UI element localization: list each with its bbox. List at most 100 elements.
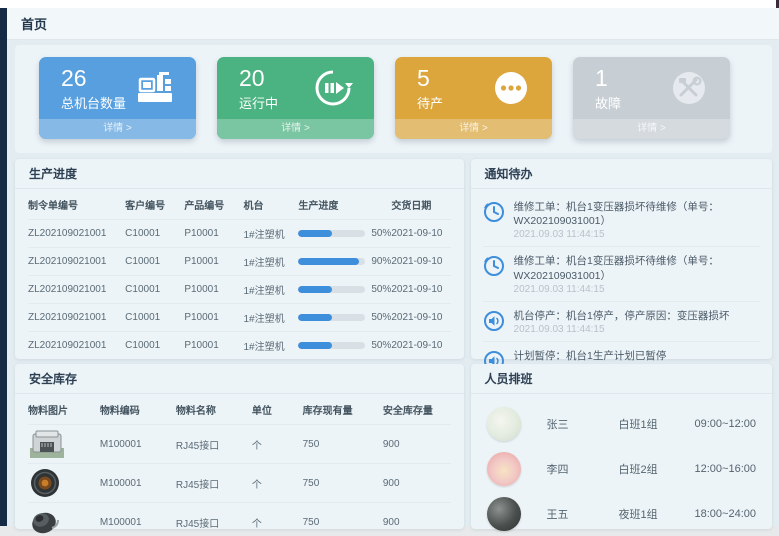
table-row[interactable]: M100001 RJ45接口 个 750 900 [28, 425, 451, 464]
card-running[interactable]: 20 运行中 详情 > [217, 57, 374, 139]
delivery-date: 2021-09-10 [391, 332, 450, 360]
stock-safety: 900 [383, 464, 451, 503]
column-header: 交货日期 [391, 189, 450, 220]
material-code: M100001 [100, 425, 176, 464]
material-name: RJ45接口 [176, 464, 252, 503]
schedule-row[interactable]: 李四 白班2组 12:00~16:00 [487, 447, 756, 491]
tab-bar: 首页 [7, 8, 779, 40]
material-unit: 个 [252, 464, 303, 503]
table-row[interactable]: M100001 RJ45接口 个 750 900 [28, 503, 451, 536]
card-detail-link[interactable]: 详情 > [395, 119, 552, 139]
speaker-front-image [28, 467, 66, 499]
column-header: 制令单编号 [28, 189, 125, 220]
clock-icon [483, 255, 505, 277]
notification-body: 机台停产：机台1停产，停产原因：变压器损坏 2021.09.03 11:44:1… [514, 309, 730, 335]
column-header: 安全库存量 [383, 394, 451, 425]
panel-title: 安全库存 [15, 364, 464, 394]
notification-item[interactable]: 机台停产：机台1停产，停产原因：变压器损坏 2021.09.03 11:44:1… [483, 302, 760, 342]
card-fault[interactable]: 1 故障 详情 > [573, 57, 730, 139]
running-icon [312, 67, 354, 109]
notification-text: 计划暂停：机台1生产计划已暂停 [514, 349, 667, 363]
table-row[interactable]: ZL202109021001 C10001 P10001 1#注塑机 50% 2… [28, 220, 451, 248]
staff-shift: 白班2组 [619, 461, 695, 477]
progress-bar [298, 286, 365, 293]
notification-list: 维修工单：机台1变压器损坏待维修（单号：WX202109031001） 2021… [471, 189, 772, 381]
notification-text: 维修工单：机台1变压器损坏待维修（单号：WX202109031001） [514, 200, 760, 228]
avatar [487, 497, 521, 531]
delivery-date: 2021-09-10 [391, 220, 450, 248]
notification-time: 2021.09.03 11:44:15 [514, 324, 730, 335]
product-no: P10001 [184, 276, 243, 304]
staff-name: 张三 [547, 416, 619, 432]
card-detail-link[interactable]: 详情 > [573, 119, 730, 139]
material-code: M100001 [100, 503, 176, 536]
progress-cell: 50% [298, 304, 391, 332]
schedule-row[interactable]: 张三 白班1组 09:00~12:00 [487, 402, 756, 446]
notification-item[interactable]: 维修工单：机台1变压器损坏待维修（单号：WX202109031001） 2021… [483, 193, 760, 247]
table-row[interactable]: ZL202109021001 C10001 P10001 1#注塑机 50% 2… [28, 304, 451, 332]
table-row[interactable]: M100001 RJ45接口 个 750 900 [28, 464, 451, 503]
safety-stock-panel: 安全库存 物料图片 物料编码 物料名称 单位 库存现有量 [15, 364, 464, 529]
card-value: 1 [595, 65, 621, 91]
card-detail-link[interactable]: 详情 > [217, 119, 374, 139]
machine-name: 1#注塑机 [243, 276, 298, 304]
card-value: 20 [239, 65, 278, 91]
progress-cell: 50% [298, 220, 391, 248]
card-text: 5 待产 [417, 65, 443, 112]
staff-name: 李四 [547, 461, 619, 477]
staff-shift: 白班1组 [619, 416, 695, 432]
card-body: 26 总机台数量 [39, 57, 196, 119]
staff-schedule-panel: 人员排班 张三 白班1组 09:00~12:00 李四 白班2组 1 [471, 364, 772, 529]
speaker-icon [483, 310, 505, 332]
progress-bar [298, 230, 365, 237]
progress-cell: 50% [298, 276, 391, 304]
production-table: 制令单编号 客户编号 产品编号 机台 生产进度 交货日期 [15, 189, 464, 360]
staff-name: 王五 [547, 506, 619, 522]
panel-title: 生产进度 [15, 159, 464, 189]
order-no: ZL202109021001 [28, 276, 125, 304]
material-unit: 个 [252, 503, 303, 536]
notifications-panel: 通知待办 维修工单：机台1变压器损坏待维修（单号：WX202109031001）… [471, 159, 772, 359]
card-text: 20 运行中 [239, 65, 278, 112]
column-header: 物料编码 [100, 394, 176, 425]
notification-body: 维修工单：机台1变压器损坏待维修（单号：WX202109031001） 2021… [514, 200, 760, 240]
window-left-edge [0, 8, 7, 526]
material-unit: 个 [252, 425, 303, 464]
table-row[interactable]: ZL202109021001 C10001 P10001 1#注塑机 50% 2… [28, 276, 451, 304]
page-content: 首页 26 总机台数量 [7, 8, 779, 526]
column-header: 物料名称 [176, 394, 252, 425]
column-header: 物料图片 [28, 394, 100, 425]
table-row[interactable]: ZL202109021001 C10001 P10001 1#注塑机 90% 2… [28, 248, 451, 276]
tab-home[interactable]: 首页 [21, 14, 47, 33]
stock-current: 750 [303, 425, 383, 464]
material-image-cell [28, 425, 100, 464]
material-name: RJ45接口 [176, 425, 252, 464]
stock-safety: 900 [383, 503, 451, 536]
notification-time: 2021.09.03 11:44:15 [514, 284, 760, 295]
fault-icon [668, 67, 710, 109]
stock-safety: 900 [383, 425, 451, 464]
machine-name: 1#注塑机 [243, 248, 298, 276]
dashboard-grid: 生产进度 制令单编号 客户编号 产品编号 机台 生产进度 [15, 159, 772, 529]
progress-cell: 90% [298, 248, 391, 276]
machine-name: 1#注塑机 [243, 220, 298, 248]
card-pending[interactable]: 5 待产 详情 > [395, 57, 552, 139]
progress-cell: 50% [298, 332, 391, 360]
order-no: ZL202109021001 [28, 332, 125, 360]
material-image-cell [28, 464, 100, 503]
card-detail-link[interactable]: 详情 > [39, 119, 196, 139]
customer-no: C10001 [125, 304, 184, 332]
customer-no: C10001 [125, 220, 184, 248]
order-no: ZL202109021001 [28, 304, 125, 332]
column-header: 库存现有量 [303, 394, 383, 425]
product-no: P10001 [184, 220, 243, 248]
notification-item[interactable]: 维修工单：机台1变压器损坏待维修（单号：WX202109031001） 2021… [483, 247, 760, 301]
card-value: 26 [61, 65, 126, 91]
table-row[interactable]: ZL202109021001 C10001 P10001 1#注塑机 50% 2… [28, 332, 451, 360]
card-text: 1 故障 [595, 65, 621, 112]
schedule-row[interactable]: 王五 夜班1组 18:00~24:00 [487, 492, 756, 536]
progress-bar [298, 342, 365, 349]
card-total-machines[interactable]: 26 总机台数量 详情 > [39, 57, 196, 139]
notification-text: 机台停产：机台1停产，停产原因：变压器损坏 [514, 309, 730, 323]
clock-icon [483, 201, 505, 223]
